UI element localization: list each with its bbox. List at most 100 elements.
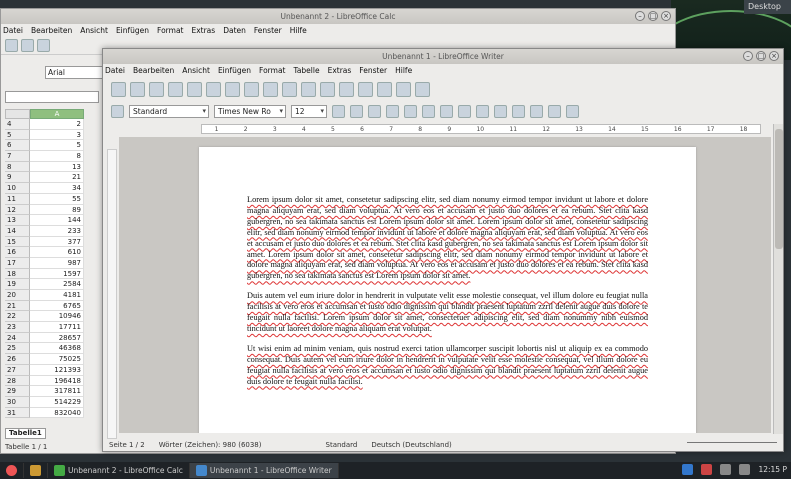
row-number[interactable]: 12	[5, 204, 30, 216]
cell-value[interactable]: 17711	[30, 322, 84, 333]
writer-menu-bearbeiten[interactable]: Bearbeiten	[133, 64, 174, 77]
writer-menu-hilfe[interactable]: Hilfe	[395, 64, 412, 77]
vertical-ruler[interactable]	[107, 149, 117, 439]
calc-minimize-button[interactable]: –	[635, 11, 645, 21]
writer-menu-extras[interactable]: Extras	[328, 64, 352, 77]
background-color-icon[interactable]	[566, 104, 579, 118]
cell-value[interactable]: 8	[30, 151, 84, 162]
align-center-icon[interactable]	[404, 104, 417, 118]
document-text[interactable]: Lorem ipsum dolor sit amet, consetetur s…	[247, 195, 648, 397]
cell-value[interactable]: 34	[30, 183, 84, 194]
bold-icon[interactable]	[332, 104, 345, 118]
calc-menu-ansicht[interactable]: Ansicht	[80, 24, 108, 37]
cell-value[interactable]: 75025	[30, 354, 84, 365]
paragraph[interactable]: Duis autem vel eum iriure dolor in hendr…	[247, 291, 648, 335]
row-number[interactable]: 16	[5, 247, 30, 258]
cell-value[interactable]: 4181	[30, 290, 84, 301]
cell-value[interactable]: 377	[30, 236, 84, 248]
writer-close-button[interactable]: ×	[769, 51, 779, 61]
calc-menu-extras[interactable]: Extras	[191, 24, 215, 37]
row-number[interactable]: 26	[5, 354, 30, 365]
styles-icon[interactable]	[111, 104, 124, 118]
cell-value[interactable]: 3	[30, 129, 84, 141]
export-pdf-icon[interactable]	[168, 81, 183, 97]
row-number[interactable]: 24	[5, 332, 30, 344]
cell-value[interactable]: 610	[30, 247, 84, 258]
calc-maximize-button[interactable]: □	[648, 11, 658, 21]
row-number[interactable]: 20	[5, 290, 30, 301]
file-manager-button[interactable]	[24, 463, 48, 478]
cell-value[interactable]: 6765	[30, 300, 84, 312]
calc-menu-einfügen[interactable]: Einfügen	[116, 24, 149, 37]
save-icon[interactable]	[37, 39, 50, 52]
writer-menu-format[interactable]: Format	[259, 64, 285, 77]
writer-titlebar[interactable]: Unbenannt 1 - LibreOffice Writer – □ ×	[103, 49, 783, 64]
cut-icon[interactable]	[225, 81, 240, 97]
writer-menu-einfügen[interactable]: Einfügen	[218, 64, 251, 77]
italic-icon[interactable]	[350, 104, 363, 118]
row-number[interactable]: 15	[5, 236, 30, 248]
writer-vertical-scrollbar[interactable]	[773, 124, 783, 434]
app-menu-button[interactable]	[0, 463, 24, 478]
column-header-a[interactable]: A	[30, 109, 84, 119]
row-number[interactable]: 8	[5, 161, 30, 173]
writer-menu-fenster[interactable]: Fenster	[359, 64, 387, 77]
row-number[interactable]: 21	[5, 300, 30, 312]
indent-icon[interactable]	[494, 104, 507, 118]
font-size-select[interactable]: 12	[291, 104, 327, 118]
row-number[interactable]: 25	[5, 343, 30, 355]
open-icon[interactable]	[130, 81, 145, 97]
cell-value[interactable]: 21	[30, 172, 84, 184]
row-number[interactable]: 11	[5, 193, 30, 205]
scroll-thumb[interactable]	[775, 129, 783, 249]
row-number[interactable]: 28	[5, 375, 30, 387]
row-number[interactable]: 19	[5, 279, 30, 290]
row-number[interactable]: 22	[5, 311, 30, 323]
row-number[interactable]: 13	[5, 215, 30, 226]
image-icon[interactable]	[339, 81, 354, 97]
document-page[interactable]: Lorem ipsum dolor sit amet, consetetur s…	[199, 147, 696, 433]
align-left-icon[interactable]	[386, 104, 399, 118]
outdent-icon[interactable]	[512, 104, 525, 118]
cell-value[interactable]: 196418	[30, 375, 84, 387]
writer-minimize-button[interactable]: –	[743, 51, 753, 61]
cell-value[interactable]: 55	[30, 193, 84, 205]
help-icon[interactable]	[415, 81, 430, 97]
open-icon[interactable]	[21, 39, 34, 52]
hp-icon[interactable]	[682, 464, 694, 475]
network-icon[interactable]	[739, 464, 751, 475]
row-number[interactable]: 18	[5, 268, 30, 280]
cell-value[interactable]: 144	[30, 215, 84, 226]
calc-menu-bearbeiten[interactable]: Bearbeiten	[31, 24, 72, 37]
row-number[interactable]: 27	[5, 364, 30, 376]
calc-titlebar[interactable]: Unbenannt 2 - LibreOffice Calc – □ ×	[1, 9, 675, 24]
update-icon[interactable]	[701, 464, 713, 475]
calc-menu-format[interactable]: Format	[157, 24, 183, 37]
redo-icon[interactable]	[301, 81, 316, 97]
justify-icon[interactable]	[440, 104, 453, 118]
calc-menu-fenster[interactable]: Fenster	[254, 24, 282, 37]
sheet-tab-tabelle1[interactable]: Tabelle1	[5, 428, 46, 439]
new-icon[interactable]	[5, 39, 18, 52]
writer-menu-datei[interactable]: Datei	[105, 64, 125, 77]
row-number[interactable]: 5	[5, 129, 30, 141]
new-document-icon[interactable]	[111, 81, 126, 97]
calc-menu-datei[interactable]: Datei	[3, 24, 23, 37]
cell-value[interactable]: 46368	[30, 343, 84, 355]
row-number[interactable]: 9	[5, 172, 30, 184]
cell-value[interactable]: 89	[30, 204, 84, 216]
clock[interactable]: 12:15 P	[758, 465, 787, 474]
writer-maximize-button[interactable]: □	[756, 51, 766, 61]
row-number[interactable]: 4	[5, 119, 30, 130]
cell-value[interactable]: 5	[30, 140, 84, 152]
row-number[interactable]: 17	[5, 257, 30, 269]
formatting-marks-icon[interactable]	[396, 81, 411, 97]
row-number[interactable]: 14	[5, 225, 30, 237]
row-number[interactable]: 31	[5, 407, 30, 419]
paragraph[interactable]: Ut wisi enim ad minim veniam, quis nostr…	[247, 344, 648, 388]
print-icon[interactable]	[187, 81, 202, 97]
save-icon[interactable]	[149, 81, 164, 97]
calc-name-box[interactable]	[5, 91, 99, 103]
spellcheck-icon[interactable]	[206, 81, 221, 97]
writer-menu-ansicht[interactable]: Ansicht	[182, 64, 210, 77]
